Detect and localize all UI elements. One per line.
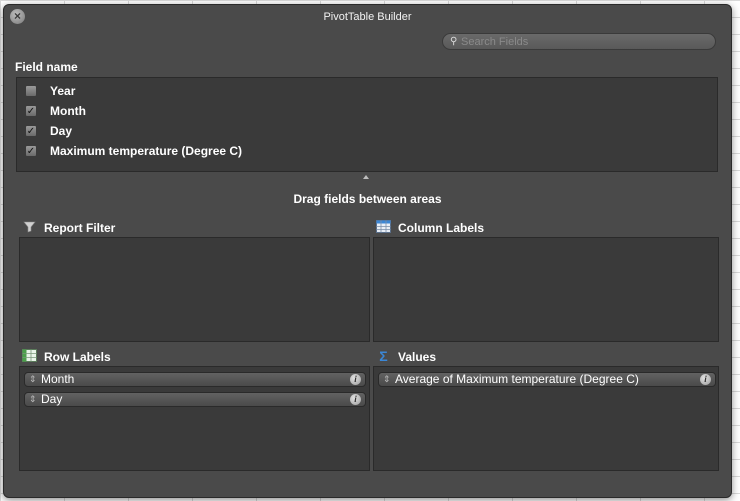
funnel-icon <box>22 220 37 235</box>
row-labels-label: Row Labels <box>44 350 111 364</box>
drag-grip-icon: ⇕ <box>29 394 37 404</box>
field-checkbox-year[interactable] <box>25 85 37 97</box>
field-name-heading: Field name <box>15 60 78 74</box>
pill-label: Day <box>41 392 63 406</box>
report-filter-label: Report Filter <box>44 221 116 235</box>
column-labels-label: Column Labels <box>398 221 485 235</box>
field-label: Day <box>50 124 73 138</box>
pill-label: Month <box>41 372 75 386</box>
field-list: Year ✓ Month ✓ Day ✓ Maximum temperature… <box>16 77 718 172</box>
magnifier-icon: ⚲ <box>450 36 458 47</box>
column-labels-area[interactable] <box>373 237 719 342</box>
row-grid-icon <box>22 349 37 364</box>
field-checkbox-month[interactable]: ✓ <box>25 105 37 117</box>
search-field[interactable]: ⚲ <box>442 33 716 50</box>
row-label-item-month[interactable]: ⇕ Month i <box>24 372 366 387</box>
values-area[interactable]: ⇕ Average of Maximum temperature (Degree… <box>373 366 719 471</box>
field-label: Month <box>50 104 86 118</box>
info-icon[interactable]: i <box>350 394 361 405</box>
pivottable-builder-panel: PivotTable Builder × ⚲ Field name Year ✓… <box>3 4 732 498</box>
drag-grip-icon: ⇕ <box>383 374 391 384</box>
column-grid-icon <box>376 220 391 235</box>
close-button[interactable]: × <box>10 9 25 24</box>
info-icon[interactable]: i <box>700 374 711 385</box>
drag-grip-icon: ⇕ <box>29 374 37 384</box>
row-label-item-day[interactable]: ⇕ Day i <box>24 392 366 407</box>
sigma-icon: Σ <box>379 348 388 364</box>
window-title: PivotTable Builder <box>323 11 412 23</box>
row-labels-area[interactable]: ⇕ Month i ⇕ Day i <box>19 366 370 471</box>
field-label: Maximum temperature (Degree C) <box>50 144 243 158</box>
field-label: Year <box>50 84 76 98</box>
report-filter-area[interactable] <box>19 237 370 342</box>
field-checkbox-maximum-temperature[interactable]: ✓ <box>25 145 37 157</box>
pill-label: Average of Maximum temperature (Degree C… <box>395 372 639 386</box>
splitter-handle[interactable] <box>363 175 369 179</box>
value-item-average-max-temp[interactable]: ⇕ Average of Maximum temperature (Degree… <box>378 372 716 387</box>
field-checkbox-day[interactable]: ✓ <box>25 125 37 137</box>
search-input[interactable] <box>461 34 706 49</box>
close-icon: × <box>13 9 21 23</box>
values-label: Values <box>398 350 437 364</box>
info-icon[interactable]: i <box>350 374 361 385</box>
drag-hint: Drag fields between areas <box>293 192 442 206</box>
